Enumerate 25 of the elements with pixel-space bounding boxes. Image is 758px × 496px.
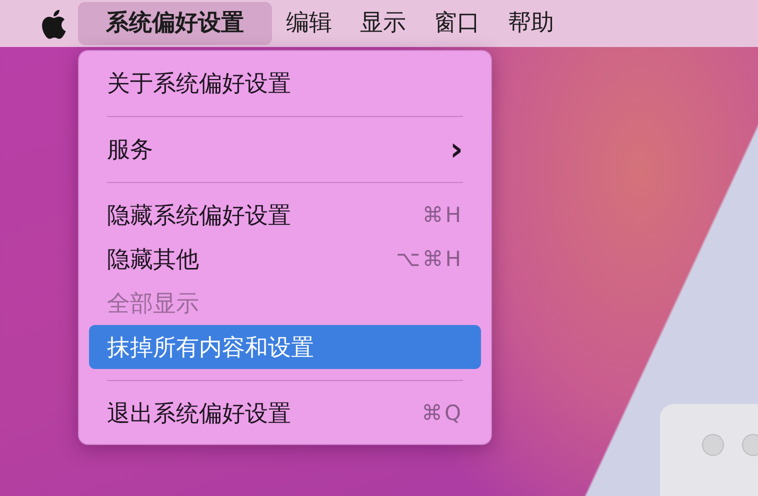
keyboard-shortcut: ⌘Q xyxy=(421,401,463,425)
menu-item-label: 抹掉所有内容和设置 xyxy=(107,334,315,362)
menu-item-label: 关于系统偏好设置 xyxy=(107,70,292,98)
window-button-icon[interactable] xyxy=(702,434,724,456)
menu-item-label: 全部显示 xyxy=(107,290,200,318)
menu-item[interactable]: 退出系统偏好设置 ⌘Q xyxy=(89,391,481,435)
keyboard-shortcut: ⌘H xyxy=(422,203,463,227)
menu-item-label: 隐藏系统偏好设置 xyxy=(107,202,292,230)
menu-item-label: 隐藏其他 xyxy=(107,246,200,274)
menu-bar-item[interactable]: 显示 xyxy=(346,2,420,45)
submenu-arrow-icon: › xyxy=(450,127,463,171)
menu-item[interactable]: 隐藏系统偏好设置 ⌘H xyxy=(89,193,481,237)
menu-bar-item[interactable]: 编辑 xyxy=(272,2,346,45)
menu-item[interactable]: 隐藏其他 ⌥⌘H xyxy=(89,237,481,281)
menu-bar-item[interactable]: 窗口 xyxy=(420,2,494,45)
menu-bar-item[interactable]: 帮助 xyxy=(494,2,568,45)
menu-item-label: 服务 xyxy=(107,136,154,164)
window-button-icon[interactable] xyxy=(742,434,758,456)
menu-item[interactable]: 关于系统偏好设置 xyxy=(89,61,481,105)
keyboard-shortcut: ⌥⌘H xyxy=(396,247,463,271)
apple-logo-icon[interactable] xyxy=(40,8,66,38)
menu-item-label: 退出系统偏好设置 xyxy=(107,400,292,428)
menu-bar-item[interactable]: 系统偏好设置 xyxy=(78,2,272,45)
menu-item[interactable]: 服务 › xyxy=(89,127,481,171)
menu-item[interactable]: 抹掉所有内容和设置 xyxy=(89,325,481,369)
